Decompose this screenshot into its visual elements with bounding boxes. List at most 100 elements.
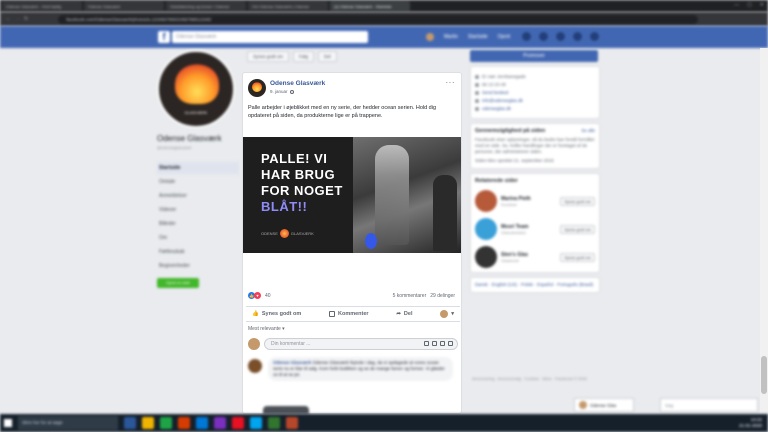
minimize-icon[interactable]: — xyxy=(734,2,739,8)
share-page-button[interactable]: Del xyxy=(318,51,337,62)
app-icon[interactable] xyxy=(232,417,244,429)
avatar[interactable] xyxy=(426,33,434,41)
comment-sort-selector[interactable]: Mest relevante ▾ xyxy=(248,326,285,332)
page-nav-videos[interactable]: Videoer xyxy=(157,204,239,216)
image-headline: PALLE! VI HAR BRUG FOR NOGET BLÅT!! xyxy=(261,151,361,215)
related-avatar[interactable] xyxy=(475,190,497,212)
taskbar-search-input[interactable]: Skriv her for at søge xyxy=(18,416,118,430)
edge-icon[interactable] xyxy=(196,417,208,429)
page-nav-community[interactable]: Fællesskab xyxy=(157,246,239,258)
related-avatar[interactable] xyxy=(475,246,497,268)
chrome-icon[interactable] xyxy=(160,417,172,429)
comment-input[interactable]: Din kommentar ... xyxy=(264,338,458,350)
avatar xyxy=(579,401,587,409)
close-icon[interactable]: ✕ xyxy=(760,2,764,8)
nav-profile[interactable]: Martin xyxy=(444,34,458,40)
chevron-down-icon[interactable] xyxy=(590,32,599,41)
system-clock[interactable]: 14:22 21-01-2020 xyxy=(739,417,762,429)
reactions-summary[interactable]: 👍 ♥ 40 xyxy=(248,292,271,299)
related-avatar[interactable] xyxy=(475,218,497,240)
messenger-icon[interactable] xyxy=(539,32,548,41)
page-nav-events[interactable]: Begivenheder xyxy=(157,260,239,272)
browser-tab[interactable]: Om Odense Glasværk | Odense xyxy=(248,1,328,11)
powerpoint-icon[interactable] xyxy=(286,417,298,429)
related-like-button[interactable]: Synes godt om xyxy=(560,196,595,206)
post-author-avatar[interactable] xyxy=(248,79,266,97)
image-headline-line: HAR BRUG xyxy=(261,167,336,182)
related-like-button[interactable]: Synes godt om xyxy=(560,252,595,262)
browser-tab[interactable]: Odense Glasværk xyxy=(84,1,164,11)
comment-icon xyxy=(329,311,336,317)
chat-name: Odense Glas xyxy=(590,402,617,408)
page-nav-mentions[interactable]: Omtale xyxy=(157,176,239,188)
follow-button[interactable]: Følg xyxy=(293,51,315,62)
page-nav-about[interactable]: Om xyxy=(157,232,239,244)
friends-icon[interactable] xyxy=(522,32,531,41)
office-icon[interactable] xyxy=(178,417,190,429)
comments-count[interactable]: 5 kommentarer xyxy=(393,293,427,299)
help-icon[interactable] xyxy=(573,32,582,41)
back-icon[interactable]: ← xyxy=(6,16,11,22)
post-date-text: 9. januar xyxy=(270,89,288,94)
nav-create[interactable]: Opret xyxy=(498,34,511,40)
search-input[interactable]: Odense Glasværk xyxy=(172,31,368,43)
comment-button[interactable]: Kommenter xyxy=(329,311,369,317)
info-email: info@odenseglas.dk xyxy=(482,98,523,103)
browser-tab[interactable]: Glasblæsning og kurser i Odense xyxy=(166,1,246,11)
post-date[interactable]: 9. januar xyxy=(270,89,294,94)
page-profile-picture[interactable]: GLASVÆRK xyxy=(157,50,235,128)
footer-links[interactable]: Annoncering · Annoncevalg · Cookies · Me… xyxy=(472,376,598,382)
comment-author[interactable]: Odense Glasværk xyxy=(273,360,311,365)
url-field[interactable]: facebook.com/OdenseGlasvaerk/photos/a.12… xyxy=(58,14,699,24)
related-page: Marina Pieth Kunstner Synes godt om xyxy=(475,190,595,212)
page-toolbar: Synes godt om Følg Del xyxy=(247,51,337,62)
emoji-icon[interactable] xyxy=(424,341,429,346)
transparency-title-row: Gennemsigtighed på siden Se alle xyxy=(475,128,595,134)
related-like-button[interactable]: Synes godt om xyxy=(560,224,595,234)
like-button[interactable]: 👍 Synes godt om xyxy=(252,311,301,317)
file-explorer-icon[interactable] xyxy=(142,417,154,429)
promote-button[interactable]: Promover xyxy=(470,50,598,62)
phone-icon xyxy=(475,82,479,87)
app-icon[interactable] xyxy=(250,417,262,429)
page-nav-photos[interactable]: Billeder xyxy=(157,218,239,230)
browser-tab-active[interactable]: (1) Odense Glasværk - Startside xyxy=(330,1,410,11)
comment-body: Odense Glasværk Odense Glasværk fejrede … xyxy=(268,357,453,381)
notifications-icon[interactable] xyxy=(556,32,565,41)
floating-tab[interactable] xyxy=(263,406,309,414)
see-all-link[interactable]: Se alle xyxy=(581,128,595,134)
language-links[interactable]: Dansk · English (US) · Polski · Español … xyxy=(475,282,595,288)
chat-search-input[interactable]: Søg xyxy=(660,398,758,412)
nav-home[interactable]: Startside xyxy=(468,34,488,40)
post-image[interactable]: PALLE! VI HAR BRUG FOR NOGET BLÅT!! ODEN… xyxy=(243,137,461,253)
forward-icon[interactable]: → xyxy=(15,16,20,22)
info-line[interactable]: info@odenseglas.dk xyxy=(475,98,595,103)
shares-count[interactable]: 29 delinger xyxy=(430,293,455,299)
browser-tab[interactable]: Odense Glasværk - Hvid Nyttig xyxy=(2,1,82,11)
post-author[interactable]: Odense Glasværk xyxy=(270,80,325,87)
page-nav-home[interactable]: Startside xyxy=(157,162,239,174)
page-nav-reviews[interactable]: Anmeldelser xyxy=(157,190,239,202)
more-options-icon[interactable]: ··· xyxy=(446,78,456,87)
excel-icon[interactable] xyxy=(268,417,280,429)
post-as-selector[interactable]: ▾ xyxy=(440,310,454,318)
camera-icon[interactable] xyxy=(432,341,437,346)
comment-avatar[interactable] xyxy=(248,359,262,373)
info-line[interactable]: Send besked xyxy=(475,90,595,95)
maximize-icon[interactable]: ▢ xyxy=(747,2,752,8)
reload-icon[interactable]: ↻ xyxy=(24,16,28,22)
gif-icon[interactable] xyxy=(440,341,445,346)
info-line[interactable]: odenseglas.dk xyxy=(475,106,595,111)
sticker-icon[interactable] xyxy=(448,341,453,346)
windows-start-icon[interactable] xyxy=(0,414,16,432)
liked-button[interactable]: Synes godt om xyxy=(247,51,290,62)
scrollbar-thumb[interactable] xyxy=(761,356,767,394)
thumbs-up-icon: 👍 xyxy=(252,311,259,317)
info-line: 66 13 23 49 xyxy=(475,82,595,87)
facebook-logo-icon[interactable]: f xyxy=(158,31,170,43)
chat-tab[interactable]: Odense Glas xyxy=(574,398,634,412)
task-view-icon[interactable] xyxy=(124,417,136,429)
create-page-button[interactable]: Opret en side xyxy=(157,278,199,288)
app-icon[interactable] xyxy=(214,417,226,429)
share-button[interactable]: ➦ Del xyxy=(396,311,412,317)
